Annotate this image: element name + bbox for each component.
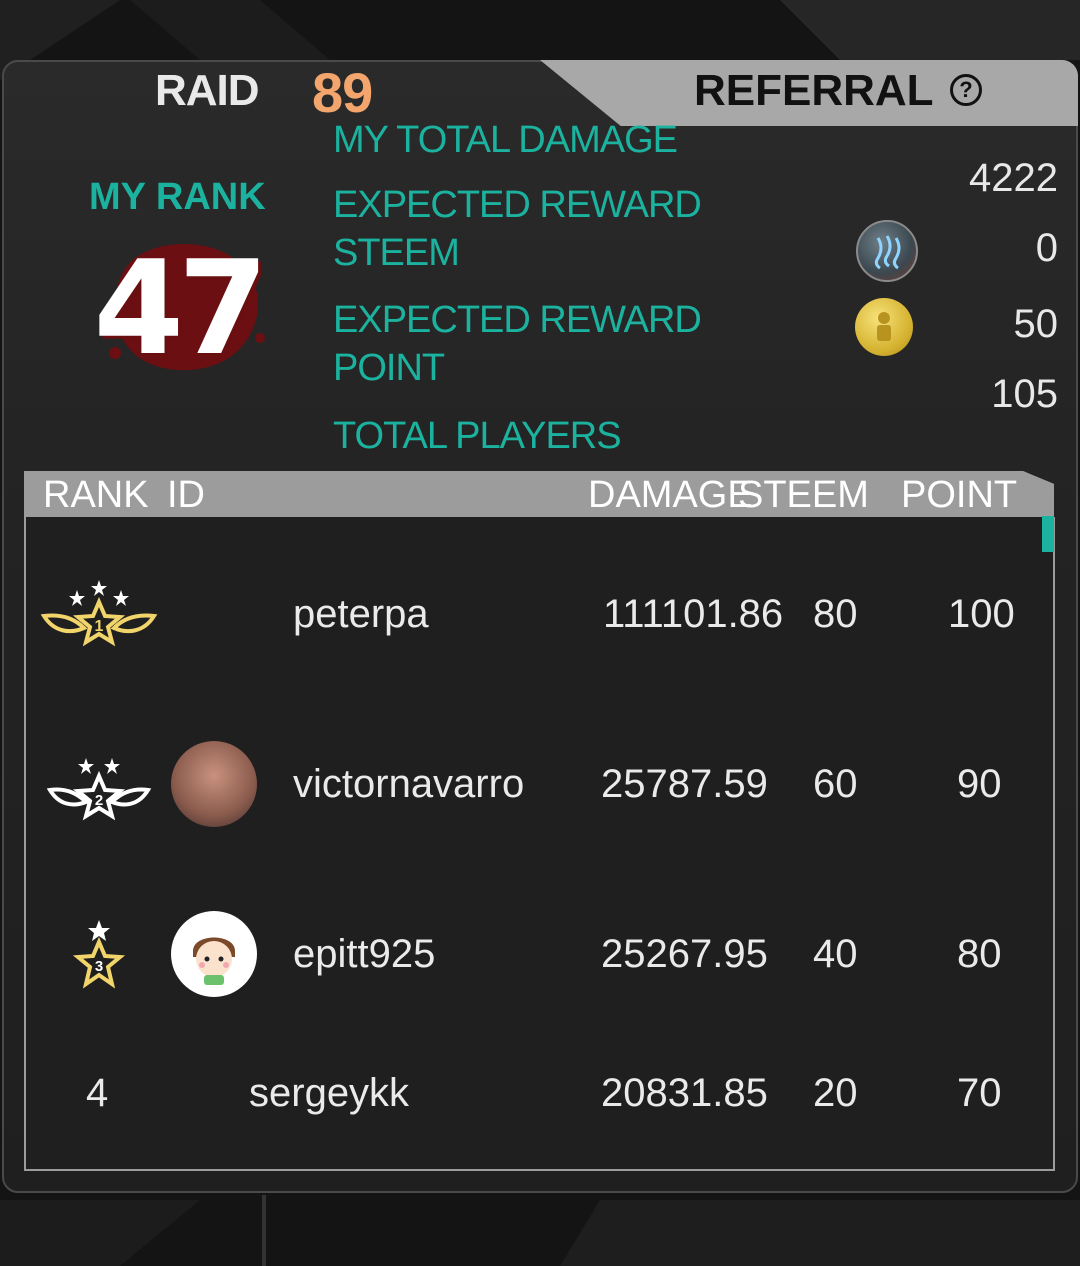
- point-coin-icon: [855, 298, 913, 356]
- row-2-damage: 25787.59: [601, 762, 768, 806]
- svg-text:1: 1: [95, 618, 104, 635]
- reward-steem-value: 0: [1035, 226, 1058, 270]
- row-1-damage: 111101.86: [603, 592, 784, 636]
- avatar[interactable]: [171, 741, 257, 827]
- row-1-point: 100: [948, 592, 1015, 636]
- question-circle-icon[interactable]: ?: [950, 74, 982, 106]
- total-damage-label: MY TOTAL DAMAGE: [333, 119, 678, 161]
- row-4-point: 70: [957, 1071, 1002, 1115]
- total-damage-value: 4222: [969, 156, 1058, 200]
- column-header-steem: STEEM: [738, 474, 869, 516]
- row-3-id: epitt925: [293, 932, 436, 976]
- row-2-steem: 60: [813, 762, 858, 806]
- total-players-label: TOTAL PLAYERS: [333, 415, 622, 457]
- row-4-id: sergeykk: [249, 1071, 410, 1115]
- row-4-damage: 20831.85: [601, 1071, 768, 1115]
- total-players-value: 105: [991, 372, 1058, 416]
- row-4-rank: 4: [86, 1071, 109, 1115]
- bronze-star-medal-icon: 3: [72, 920, 126, 989]
- steem-coin-icon: [856, 220, 918, 282]
- reward-steem-label-line2: STEEM: [333, 232, 460, 274]
- avatar[interactable]: [171, 911, 257, 997]
- scrollbar-thumb[interactable]: [1042, 516, 1054, 552]
- silver-winged-star-medal-icon: 2: [46, 758, 152, 821]
- column-header-damage: DAMAGE: [588, 474, 753, 516]
- reward-steem-label-line1: EXPECTED REWARD: [333, 184, 702, 226]
- column-header-id: ID: [167, 474, 205, 516]
- gold-winged-star-medal-icon: 1: [40, 580, 158, 647]
- my-rank-value: 47: [93, 232, 269, 384]
- reward-point-value: 50: [1013, 302, 1059, 346]
- svg-text:2: 2: [95, 792, 103, 809]
- tab-referral-label[interactable]: REFERRAL: [694, 66, 934, 116]
- row-1-id: peterpa: [293, 592, 429, 636]
- row-3-damage: 25267.95: [601, 932, 768, 976]
- column-header-rank: RANK: [43, 474, 149, 516]
- row-2-id: victornavarro: [293, 762, 525, 806]
- tab-raid[interactable]: RAID: [155, 66, 260, 116]
- column-header-point: POINT: [901, 474, 1018, 516]
- row-3-point: 80: [957, 932, 1002, 976]
- my-rank-label: MY RANK: [89, 176, 266, 218]
- reward-point-label-line1: EXPECTED REWARD: [333, 299, 702, 341]
- row-3-steem: 40: [813, 932, 858, 976]
- ranking-list[interactable]: [24, 517, 1055, 1171]
- svg-text:3: 3: [95, 958, 103, 975]
- reward-point-label-line2: POINT: [333, 347, 445, 389]
- row-4-steem: 20: [813, 1071, 858, 1115]
- row-2-point: 90: [957, 762, 1002, 806]
- row-1-steem: 80: [813, 592, 858, 636]
